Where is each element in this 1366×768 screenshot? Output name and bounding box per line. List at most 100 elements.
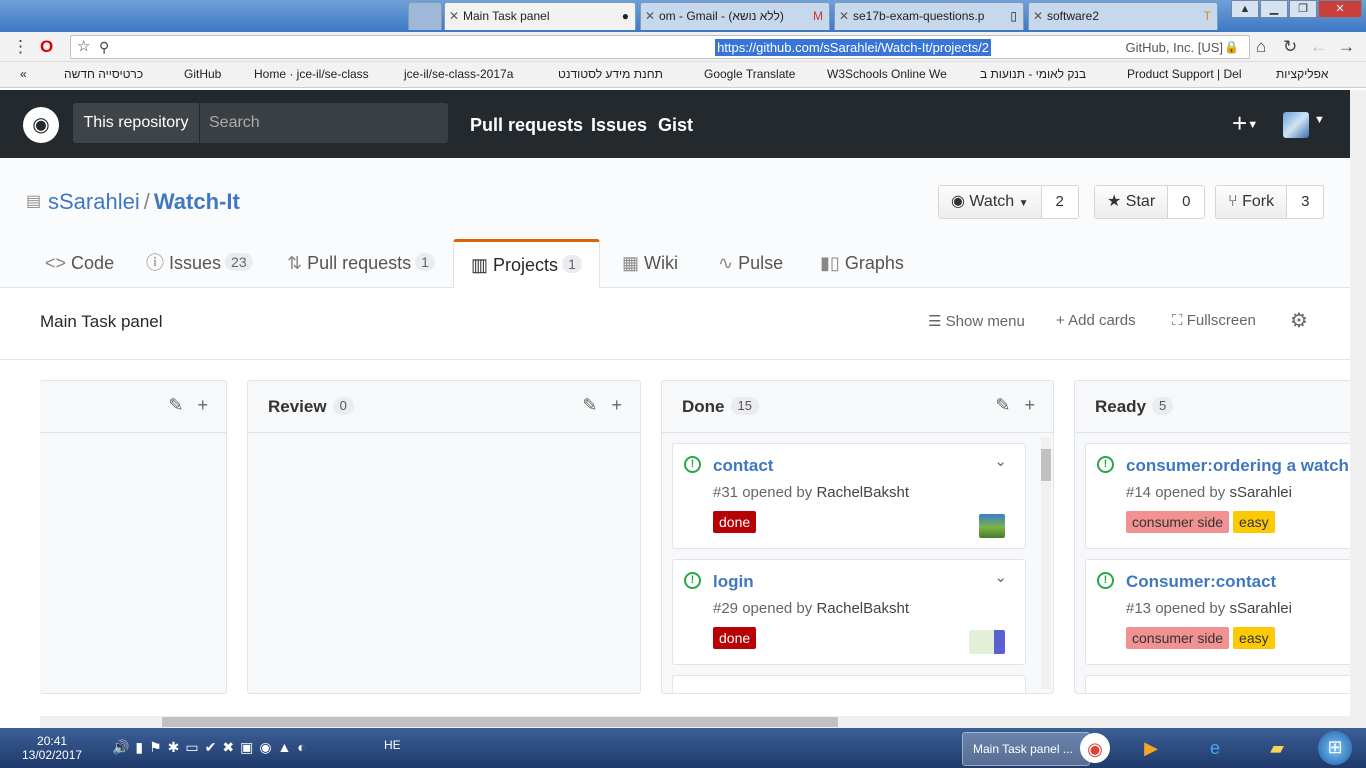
issue-title[interactable]: contact bbox=[713, 456, 773, 476]
label-consumer-side[interactable]: consumer side bbox=[1126, 627, 1230, 649]
start-button[interactable]: ⊞ bbox=[1318, 731, 1352, 765]
tab-software2[interactable]: ✕ software2 T bbox=[1028, 2, 1218, 30]
lock-icon[interactable]: 🔒 bbox=[1224, 40, 1239, 54]
label-done[interactable]: done bbox=[713, 627, 757, 649]
opera-icon[interactable]: O bbox=[40, 37, 53, 57]
watch-count[interactable]: 2 bbox=[1042, 186, 1078, 218]
tab-projects[interactable]: ▥ Projects 1 bbox=[453, 239, 600, 289]
close-icon[interactable]: ✕ bbox=[645, 3, 655, 29]
url-text[interactable]: https://github.com/sSarahlei/Watch-It/pr… bbox=[715, 39, 991, 56]
plus-icon[interactable]: + bbox=[611, 395, 622, 415]
menu-icon[interactable]: ⋮ bbox=[12, 37, 29, 57]
forward-icon[interactable]: ← bbox=[1310, 37, 1327, 57]
pencil-icon[interactable]: ✎ bbox=[168, 395, 183, 415]
issue-author[interactable]: RachelBaksht bbox=[816, 600, 909, 617]
star-icon[interactable]: ☆ bbox=[77, 37, 90, 57]
bookmarks-overflow-icon[interactable]: « bbox=[20, 67, 27, 81]
internet-explorer-icon[interactable]: e bbox=[1198, 732, 1232, 764]
pencil-icon[interactable]: ✎ bbox=[995, 395, 1010, 415]
star-count[interactable]: 0 bbox=[1168, 186, 1204, 218]
maximize-button[interactable]: ❐ bbox=[1289, 0, 1317, 18]
bookmark-bank-leumi[interactable]: בנק לאומי - תנועות ב bbox=[980, 67, 1086, 81]
board-horizontal-scrollbar[interactable] bbox=[40, 716, 1350, 728]
star-button[interactable]: ★ Star bbox=[1095, 186, 1169, 218]
tab-graphs[interactable]: ▮▯ Graphs bbox=[820, 239, 904, 287]
fork-button[interactable]: ⑂ Fork bbox=[1216, 186, 1288, 218]
tab-pull-requests[interactable]: ⇅ Pull requests 1 bbox=[287, 239, 435, 287]
issue-card[interactable]: ! consumer:ordering a watch #14 opened b… bbox=[1085, 443, 1350, 549]
new-tab-button[interactable] bbox=[408, 2, 442, 30]
user-icon[interactable]: ▲ bbox=[1231, 0, 1259, 18]
tab-pulse[interactable]: ∿ Pulse bbox=[718, 239, 783, 287]
chevron-down-icon[interactable]: ▼ bbox=[1314, 114, 1325, 126]
issue-author[interactable]: sSarahlei bbox=[1229, 484, 1292, 501]
chevron-down-icon[interactable]: ⌄ bbox=[994, 568, 1007, 586]
tab-main-task-panel[interactable]: ✕ Main Task panel ● bbox=[444, 2, 636, 30]
bookmark-se-class-home[interactable]: Home · jce-il/se-class bbox=[254, 67, 369, 81]
pencil-icon[interactable]: ✎ bbox=[582, 395, 597, 415]
bookmark-se-class-2017a[interactable]: jce-il/se-class-2017a bbox=[404, 67, 513, 81]
column-scrollbar[interactable] bbox=[1041, 437, 1051, 689]
nav-issues[interactable]: Issues bbox=[591, 115, 647, 136]
taskbar-task-chrome[interactable]: Main Task panel ... bbox=[962, 732, 1090, 766]
system-tray[interactable]: 🔊▮⚑✱▭✔✖▣◉▲◐ bbox=[112, 739, 312, 756]
tab-exam-questions[interactable]: ✕ se17b-exam-questions.p ▯ bbox=[834, 2, 1024, 30]
issue-author[interactable]: RachelBaksht bbox=[816, 484, 909, 501]
bookmark-google-translate[interactable]: Google Translate bbox=[704, 67, 795, 81]
certificate-label[interactable]: GitHub, Inc. [US] bbox=[1125, 40, 1223, 55]
issue-title[interactable]: login bbox=[713, 572, 754, 592]
taskbar-clock[interactable]: 20:41 13/02/2017 bbox=[22, 734, 82, 762]
media-player-icon[interactable]: ▶ bbox=[1134, 732, 1168, 764]
tab-gmail[interactable]: ✕ om - Gmail - (ללא נושא) M bbox=[640, 2, 830, 30]
watch-button[interactable]: ◉ Watch ▼ bbox=[939, 186, 1042, 218]
nav-gist[interactable]: Gist bbox=[658, 115, 693, 136]
create-new-icon[interactable]: +▼ bbox=[1232, 108, 1258, 139]
bookmark-student-info[interactable]: תחנת מידע לסטודנט bbox=[558, 67, 663, 81]
bookmark-github[interactable]: GitHub bbox=[184, 67, 221, 81]
plus-icon[interactable]: + bbox=[1024, 395, 1035, 415]
fork-count[interactable]: 3 bbox=[1287, 186, 1323, 218]
language-indicator[interactable]: HE bbox=[384, 738, 401, 752]
search-input[interactable] bbox=[200, 103, 448, 143]
close-icon[interactable]: ✕ bbox=[839, 3, 849, 29]
plus-icon[interactable]: + bbox=[197, 395, 208, 415]
label-consumer-side[interactable]: consumer side bbox=[1126, 511, 1230, 533]
issue-title[interactable]: consumer:ordering a watch bbox=[1126, 456, 1349, 476]
chrome-icon[interactable]: ◉ bbox=[1080, 733, 1110, 763]
issue-card[interactable] bbox=[1085, 675, 1350, 693]
bookmark-w3schools[interactable]: W3Schools Online We bbox=[827, 67, 947, 81]
bookmark-product-support[interactable]: Product Support | Del bbox=[1127, 67, 1242, 81]
fullscreen-button[interactable]: ⛶ Fullscreen bbox=[1172, 312, 1256, 329]
nav-pull-requests[interactable]: Pull requests bbox=[470, 115, 583, 136]
avatar[interactable] bbox=[969, 630, 1005, 654]
back-icon[interactable]: → bbox=[1338, 37, 1355, 57]
label-easy[interactable]: easy bbox=[1233, 511, 1275, 533]
issue-card[interactable]: ! login #29 opened by RachelBaksht done … bbox=[672, 559, 1026, 665]
close-icon[interactable]: ✕ bbox=[449, 3, 459, 29]
repo-owner-link[interactable]: sSarahlei bbox=[48, 189, 140, 214]
label-done[interactable]: done bbox=[713, 511, 757, 533]
window-close-button[interactable]: ✕ bbox=[1318, 0, 1362, 18]
issue-card[interactable]: ! Consumer:contact #13 opened by sSarahl… bbox=[1085, 559, 1350, 665]
minimize-button[interactable]: ▁ bbox=[1260, 0, 1288, 18]
label-easy[interactable]: easy bbox=[1233, 627, 1275, 649]
tab-code[interactable]: <> Code bbox=[45, 239, 114, 287]
show-menu-button[interactable]: ☰ Show menu bbox=[928, 312, 1025, 330]
file-explorer-icon[interactable]: ▰ bbox=[1260, 732, 1294, 764]
repo-name-link[interactable]: Watch-It bbox=[154, 189, 240, 214]
issue-author[interactable]: sSarahlei bbox=[1229, 600, 1292, 617]
chevron-down-icon[interactable]: ⌄ bbox=[994, 452, 1007, 470]
github-logo-icon[interactable]: ◉ bbox=[23, 107, 59, 143]
gear-icon[interactable]: ⚙ bbox=[1290, 308, 1308, 333]
search-scope[interactable]: This repository bbox=[73, 103, 199, 143]
bookmark-apps[interactable]: אפליקציות bbox=[1276, 67, 1328, 81]
url-field[interactable]: ☆ ⚲ https://github.com/sSarahlei/Watch-I… bbox=[70, 35, 1250, 59]
close-icon[interactable]: ✕ bbox=[1033, 3, 1043, 29]
avatar[interactable] bbox=[979, 514, 1005, 538]
bookmark-new-tab[interactable]: כרטיסייה חדשה bbox=[64, 67, 143, 81]
avatar[interactable] bbox=[1283, 112, 1309, 138]
issue-card[interactable] bbox=[672, 675, 1026, 693]
issue-card[interactable]: ! contact #31 opened by RachelBaksht don… bbox=[672, 443, 1026, 549]
tab-wiki[interactable]: ▦ Wiki bbox=[622, 239, 678, 287]
reload-icon[interactable]: ↻ bbox=[1283, 37, 1297, 57]
